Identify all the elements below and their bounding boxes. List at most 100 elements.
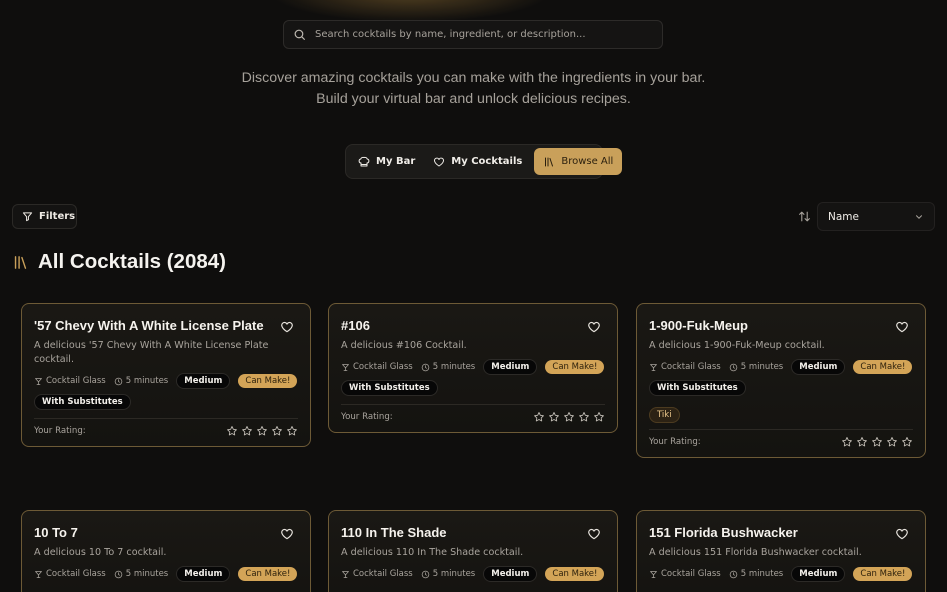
cocktail-card[interactable]: 10 To 7 A delicious 10 To 7 cocktail. Cock… [21,510,311,592]
can-make-badge: Can Make! [853,567,913,581]
difficulty-badge: Medium [483,566,538,582]
library-icon [14,255,27,269]
cocktail-description: A delicious 110 In The Shade cocktail. [341,547,524,558]
star-icon[interactable] [256,425,268,437]
substitutes-badge: With Substitutes [341,380,438,396]
star-rating[interactable] [841,436,913,448]
favorite-heart-icon[interactable] [280,320,294,334]
filters-label: Filters [39,211,76,222]
time-label: 5 minutes [125,569,169,579]
rating-label: Your Rating: [341,412,393,422]
glass-icon [650,363,657,371]
time-label: 5 minutes [740,362,784,372]
can-make-badge: Can Make! [853,360,913,374]
star-icon[interactable] [533,411,545,423]
time-label: 5 minutes [740,569,784,579]
star-icon[interactable] [593,411,605,423]
favorite-heart-icon[interactable] [280,527,294,541]
star-icon[interactable] [871,436,883,448]
search-icon [294,29,305,40]
glass-type: Cocktail Glass [341,569,413,579]
tagline-line-1: Discover amazing cocktails you can make … [241,70,706,86]
star-icon[interactable] [578,411,590,423]
card-header: '57 Chevy With A White License Plate [34,318,298,334]
time-label: 5 minutes [432,569,476,579]
star-icon[interactable] [856,436,868,448]
star-icon[interactable] [901,436,913,448]
cocktail-description: A delicious 1-900-Fuk-Meup cocktail. [649,340,825,351]
card-header: 10 To 7 [34,525,298,541]
chevron-down-icon [916,214,922,219]
star-icon[interactable] [271,425,283,437]
star-rating[interactable] [533,411,605,423]
view-tabs: My Bar My Cocktails Browse All [345,144,623,179]
star-icon[interactable] [563,411,575,423]
favorite-heart-icon[interactable] [587,527,601,541]
card-header: 110 In The Shade [341,525,605,541]
cocktail-card[interactable]: 1-900-Fuk-Meup A delicious 1-900-Fuk-Meup… [636,303,926,458]
clock-icon [114,377,122,385]
star-icon[interactable] [548,411,560,423]
star-icon[interactable] [886,436,898,448]
glass-icon [35,570,42,578]
cocktail-description: A delicious #106 Cocktail. [341,340,467,351]
prep-time: 5 minutes [114,569,169,579]
favorite-heart-icon[interactable] [587,320,601,334]
clock-icon [729,363,737,371]
glass-label: Cocktail Glass [661,362,721,372]
tag-badge: Tiki [649,407,680,423]
cocktail-name: 1-900-Fuk-Meup [649,318,748,333]
cocktail-card[interactable]: 151 Florida Bushwacker A delicious 151 Fl… [636,510,926,592]
difficulty-badge: Medium [791,566,846,582]
tab-my-cocktails[interactable]: My Cocktails [424,148,531,175]
rating-label: Your Rating: [649,437,701,447]
glass-label: Cocktail Glass [661,569,721,579]
tab-label: My Cocktails [451,156,523,167]
filters-button[interactable]: Filters [12,204,77,229]
cocktail-description: A delicious '57 Chevy With A White Licen… [34,340,269,365]
sort-select[interactable]: Name [817,202,935,231]
rating-row: Your Rating: [34,418,298,446]
favorite-heart-icon[interactable] [895,527,909,541]
cocktail-card[interactable]: '57 Chevy With A White License Plate A de… [21,303,311,447]
glass-icon [35,377,42,385]
sort-icon[interactable] [798,210,811,223]
tab-label: My Bar [376,156,416,167]
cocktail-description: A delicious 151 Florida Bushwacker cockt… [649,547,862,558]
cocktail-name: 110 In The Shade [341,525,447,540]
glass-icon [650,570,657,578]
difficulty-badge: Medium [176,373,231,389]
cocktail-name: #106 [341,318,370,333]
glass-icon [342,363,349,371]
clock-icon [729,570,737,578]
cocktail-card[interactable]: #106 A delicious #106 Cocktail. Cocktail G… [328,303,618,433]
section-title: All Cocktails (2084) [38,250,226,273]
glass-type: Cocktail Glass [649,569,721,579]
search-bar[interactable] [283,20,663,49]
glass-label: Cocktail Glass [46,569,106,579]
search-input[interactable] [306,21,662,48]
heart-icon [434,157,445,166]
difficulty-badge: Medium [483,359,538,375]
tab-browse-all[interactable]: Browse All [534,148,623,175]
substitutes-badge: With Substitutes [34,394,131,410]
glass-icon [342,570,349,578]
star-icon[interactable] [286,425,298,437]
tab-my-bar[interactable]: My Bar [349,148,424,175]
cocktail-card[interactable]: 110 In The Shade A delicious 110 In The S… [328,510,618,592]
favorite-heart-icon[interactable] [895,320,909,334]
cocktail-meta: Cocktail Glass 5 minutes Medium Can Make! Wi… [649,359,913,396]
time-label: 5 minutes [125,376,169,386]
filter-icon [22,212,33,222]
star-icon[interactable] [241,425,253,437]
star-rating[interactable] [226,425,298,437]
card-header: #106 [341,318,605,334]
star-icon[interactable] [841,436,853,448]
prep-time: 5 minutes [421,569,476,579]
glass-type: Cocktail Glass [649,362,721,372]
cocktail-name: 10 To 7 [34,525,78,540]
star-icon[interactable] [226,425,238,437]
can-make-badge: Can Make! [238,374,298,388]
glass-label: Cocktail Glass [46,376,106,386]
rating-row: Your Rating: [341,404,605,432]
